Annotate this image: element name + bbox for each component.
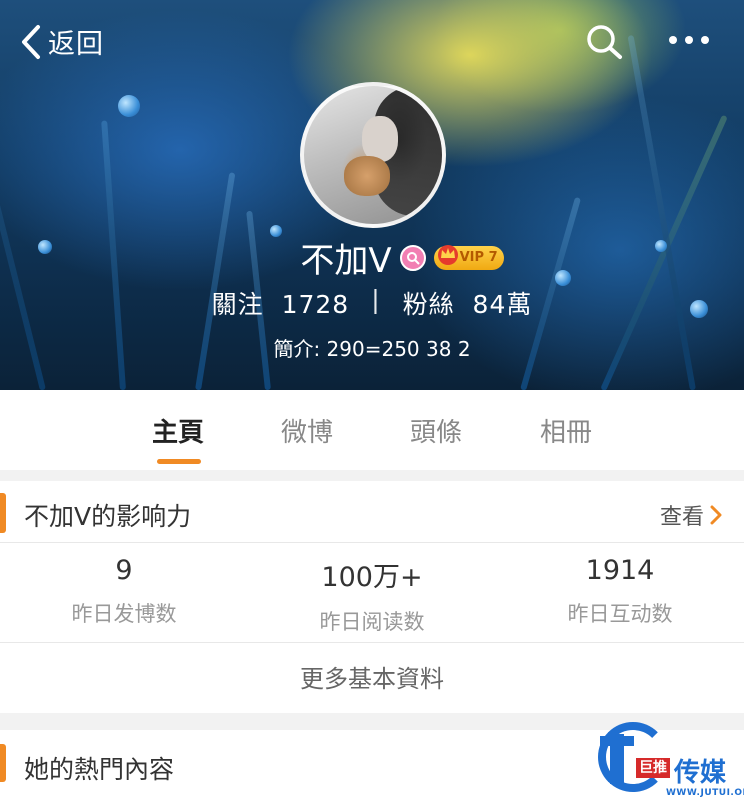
droplet-decoration xyxy=(118,95,140,117)
active-tab-indicator xyxy=(157,459,201,464)
influence-metrics: 9 昨日发博数 100万+ 昨日阅读数 1914 昨日互动数 xyxy=(0,543,744,643)
metric-posts[interactable]: 9 昨日发博数 xyxy=(0,555,248,628)
watermark-logo: 巨推 传媒 WWW.JUTUI.ORG xyxy=(596,722,744,805)
followers-stat[interactable]: 粉絲 84萬 xyxy=(403,285,533,321)
metric-label: 昨日阅读数 xyxy=(319,610,425,634)
tab-headlines[interactable]: 頭條 xyxy=(410,412,462,449)
verify-icon[interactable] xyxy=(399,244,426,271)
top-bar: 返回 xyxy=(0,0,744,80)
watermark-url: WWW.JUTUI.ORG xyxy=(666,788,744,798)
influence-card: 不加V的影响力 查看 9 昨日发博数 100万+ 昨日阅读数 1914 昨日互动… xyxy=(0,481,744,713)
metric-value: 100万+ xyxy=(321,562,423,593)
back-button[interactable]: 返回 xyxy=(20,22,104,61)
name-row: 不加V VIP 7 xyxy=(0,233,744,282)
crown-icon xyxy=(437,244,458,265)
watermark-badge: 巨推 xyxy=(636,758,670,778)
tab-weibo[interactable]: 微博 xyxy=(281,412,333,449)
stats-separator: | xyxy=(371,285,381,314)
profile-tabs: 主頁 微博 頭條 相冊 xyxy=(0,390,744,470)
metric-label: 昨日发博数 xyxy=(71,602,177,626)
tab-albums[interactable]: 相冊 xyxy=(540,412,592,449)
search-icon[interactable] xyxy=(585,24,623,60)
back-chevron-icon xyxy=(22,24,40,59)
profile-banner: 返回 不加V VIP 7 關注 1728 | 粉絲 84萬 簡介: 290=25… xyxy=(0,0,744,390)
avatar[interactable] xyxy=(300,82,446,228)
following-count: 1728 xyxy=(281,290,350,319)
stats-row: 關注 1728 | 粉絲 84萬 xyxy=(0,285,744,321)
chevron-right-icon xyxy=(710,505,722,525)
vip-badge[interactable]: VIP 7 xyxy=(433,244,504,270)
section-accent xyxy=(0,744,6,782)
watermark-text: 传媒 xyxy=(674,758,727,788)
vip-label: VIP 7 xyxy=(459,249,498,265)
more-profile-info-button[interactable]: 更多基本資料 xyxy=(0,646,744,712)
metric-label: 昨日互动数 xyxy=(567,602,673,626)
view-label: 查看 xyxy=(659,505,704,530)
back-label: 返回 xyxy=(48,29,104,60)
hot-content-title: 她的熱門內容 xyxy=(24,755,175,784)
followers-count: 84萬 xyxy=(472,290,533,319)
metric-interactions[interactable]: 1914 昨日互动数 xyxy=(496,555,744,628)
section-accent xyxy=(0,493,6,533)
profile-name: 不加V xyxy=(300,241,392,281)
influence-title: 不加V的影响力 xyxy=(24,502,192,531)
more-icon[interactable] xyxy=(668,32,710,48)
profile-bio: 簡介: 290=250 38 2 xyxy=(273,337,471,361)
followers-label: 粉絲 xyxy=(402,290,455,319)
metric-reads[interactable]: 100万+ 昨日阅读数 xyxy=(248,555,496,636)
influence-header: 不加V的影响力 查看 xyxy=(0,481,744,543)
metric-value: 9 xyxy=(115,555,133,586)
view-influence-link[interactable]: 查看 xyxy=(660,499,722,531)
following-stat[interactable]: 關注 1728 xyxy=(212,285,350,321)
tab-home[interactable]: 主頁 xyxy=(152,412,204,449)
following-label: 關注 xyxy=(211,290,264,319)
metric-value: 1914 xyxy=(585,555,655,586)
